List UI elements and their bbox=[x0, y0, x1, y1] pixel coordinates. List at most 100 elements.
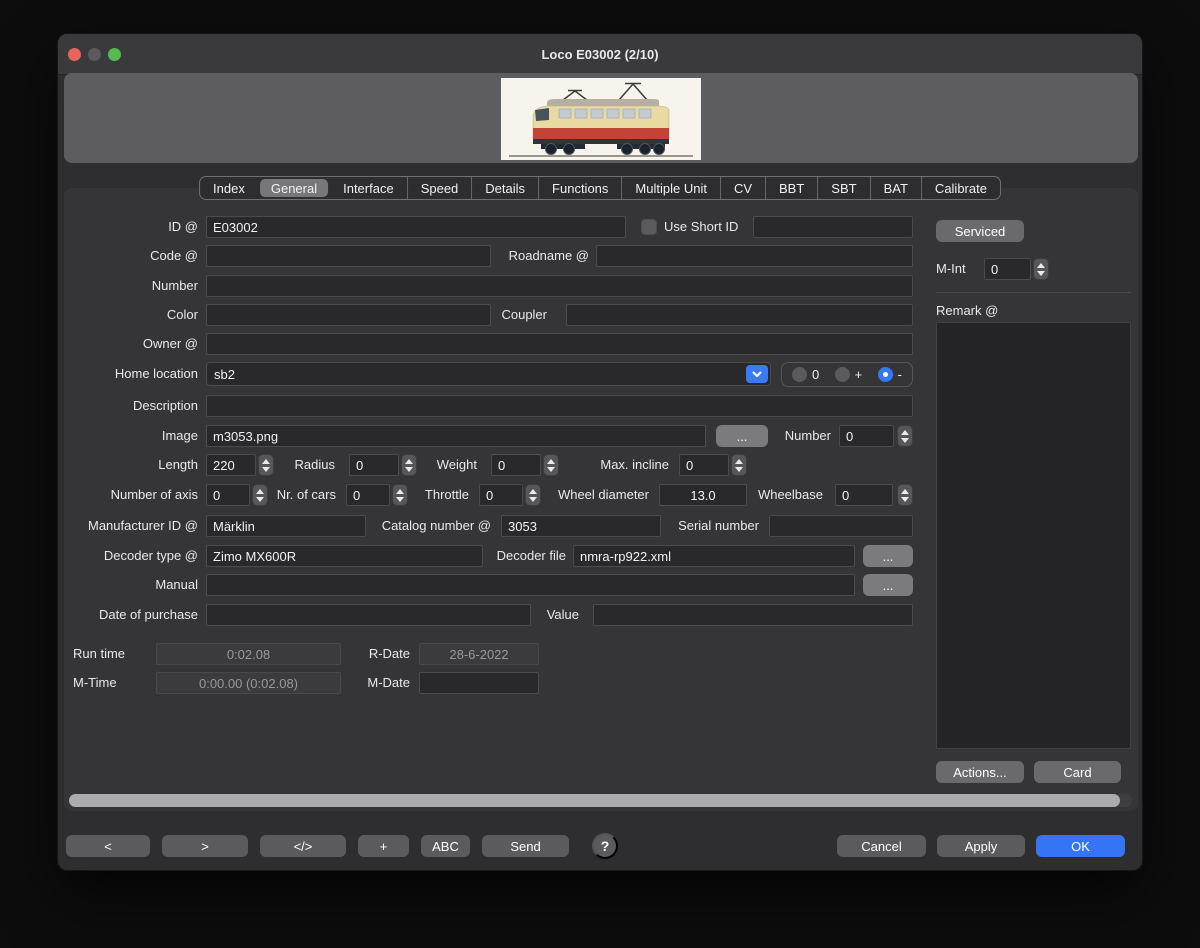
close-button[interactable] bbox=[68, 48, 81, 61]
chevron-down-icon bbox=[256, 497, 264, 502]
loco-image-panel bbox=[64, 73, 1138, 163]
next-loco-button[interactable]: > bbox=[162, 835, 248, 857]
loco-image bbox=[501, 78, 701, 160]
add-button[interactable]: + bbox=[358, 835, 409, 857]
scrollbar-thumb[interactable] bbox=[69, 794, 1120, 807]
card-button[interactable]: Card bbox=[1034, 761, 1121, 783]
image-input[interactable] bbox=[206, 425, 706, 447]
value-input[interactable] bbox=[593, 604, 913, 626]
apply-button[interactable]: Apply bbox=[937, 835, 1025, 857]
titlebar[interactable]: Loco E03002 (2/10) bbox=[58, 34, 1142, 75]
tab-speed[interactable]: Speed bbox=[407, 177, 472, 199]
horizontal-scrollbar[interactable] bbox=[69, 794, 1132, 807]
tab-functions[interactable]: Functions bbox=[538, 177, 621, 199]
use-short-id-checkbox[interactable] bbox=[641, 219, 657, 235]
tab-multiple-unit[interactable]: Multiple Unit bbox=[621, 177, 720, 199]
decoder-file-input[interactable] bbox=[573, 545, 855, 567]
owner-input[interactable] bbox=[206, 333, 913, 355]
ok-button[interactable]: OK bbox=[1036, 835, 1125, 857]
chevron-up-icon bbox=[901, 430, 909, 435]
roadname-input[interactable] bbox=[596, 245, 913, 267]
image-number-input[interactable] bbox=[839, 425, 894, 447]
coupler-input[interactable] bbox=[566, 304, 913, 326]
m-time-input bbox=[156, 672, 341, 694]
chevron-up-icon bbox=[529, 489, 537, 494]
serviced-button[interactable]: Serviced bbox=[936, 220, 1024, 242]
max-incline-input[interactable] bbox=[679, 454, 729, 476]
decoder-file-label: Decoder file bbox=[489, 545, 566, 567]
actions-button[interactable]: Actions... bbox=[936, 761, 1024, 783]
manual-input[interactable] bbox=[206, 574, 855, 596]
manufacturer-id-input[interactable] bbox=[206, 515, 366, 537]
number-input[interactable] bbox=[206, 275, 913, 297]
loco-properties-window: Loco E03002 (2/10) bbox=[57, 33, 1143, 871]
catalog-number-input[interactable] bbox=[501, 515, 661, 537]
serial-number-input[interactable] bbox=[769, 515, 913, 537]
date-of-purchase-input[interactable] bbox=[206, 604, 531, 626]
nr-of-cars-stepper[interactable] bbox=[392, 484, 408, 506]
manual-browse-button[interactable]: ... bbox=[863, 574, 913, 596]
m-int-stepper[interactable] bbox=[1033, 258, 1049, 280]
cancel-button[interactable]: Cancel bbox=[837, 835, 926, 857]
placing-radio-minus[interactable]: - bbox=[878, 367, 902, 382]
short-id-input[interactable] bbox=[753, 216, 913, 238]
abc-button[interactable]: ABC bbox=[421, 835, 470, 857]
code-input[interactable] bbox=[206, 245, 491, 267]
tab-interface[interactable]: Interface bbox=[330, 177, 407, 199]
help-button[interactable]: ? bbox=[592, 833, 618, 859]
placing-radio-plus[interactable]: + bbox=[835, 367, 863, 382]
number-of-axis-label: Number of axis bbox=[64, 484, 198, 506]
chevron-down-icon bbox=[901, 438, 909, 443]
chevron-down-icon bbox=[901, 497, 909, 502]
image-browse-button[interactable]: ... bbox=[716, 425, 768, 447]
nr-of-cars-input[interactable] bbox=[346, 484, 390, 506]
tab-index[interactable]: Index bbox=[200, 177, 258, 199]
tab-calibrate[interactable]: Calibrate bbox=[921, 177, 1000, 199]
tab-general[interactable]: General bbox=[260, 179, 328, 197]
radius-input[interactable] bbox=[349, 454, 399, 476]
number-of-axis-stepper[interactable] bbox=[252, 484, 268, 506]
length-input[interactable] bbox=[206, 454, 256, 476]
throttle-input[interactable] bbox=[479, 484, 523, 506]
placing-radio-0[interactable]: 0 bbox=[792, 367, 819, 382]
wheelbase-stepper[interactable] bbox=[897, 484, 913, 506]
m-date-input[interactable] bbox=[419, 672, 539, 694]
description-input[interactable] bbox=[206, 395, 913, 417]
decoder-file-browse-button[interactable]: ... bbox=[863, 545, 913, 567]
wheel-diameter-input[interactable] bbox=[659, 484, 747, 506]
home-location-combobox[interactable]: sb2 bbox=[206, 362, 771, 386]
tab-sbt[interactable]: SBT bbox=[817, 177, 869, 199]
catalog-number-label: Catalog number @ bbox=[361, 515, 491, 537]
chevron-down-icon[interactable] bbox=[746, 365, 768, 383]
m-int-input[interactable] bbox=[984, 258, 1031, 280]
max-incline-stepper[interactable] bbox=[731, 454, 747, 476]
number-label: Number bbox=[64, 275, 198, 297]
code-view-button[interactable]: </> bbox=[260, 835, 346, 857]
tab-cv[interactable]: CV bbox=[720, 177, 765, 199]
image-number-stepper[interactable] bbox=[897, 425, 913, 447]
send-button[interactable]: Send bbox=[482, 835, 569, 857]
chevron-up-icon bbox=[262, 459, 270, 464]
length-stepper[interactable] bbox=[258, 454, 274, 476]
wheelbase-input[interactable] bbox=[835, 484, 893, 506]
tab-details[interactable]: Details bbox=[471, 177, 538, 199]
chevron-up-icon bbox=[256, 489, 264, 494]
throttle-stepper[interactable] bbox=[525, 484, 541, 506]
chevron-down-icon bbox=[735, 467, 743, 472]
number-of-axis-input[interactable] bbox=[206, 484, 250, 506]
placing-radio-group: 0 + - bbox=[781, 362, 913, 387]
tab-bbt[interactable]: BBT bbox=[765, 177, 817, 199]
chevron-up-icon bbox=[735, 459, 743, 464]
previous-loco-button[interactable]: < bbox=[66, 835, 150, 857]
id-input[interactable] bbox=[206, 216, 626, 238]
decoder-type-input[interactable] bbox=[206, 545, 483, 567]
chevron-up-icon bbox=[1037, 263, 1045, 268]
zoom-button[interactable] bbox=[108, 48, 121, 61]
weight-label: Weight bbox=[413, 454, 477, 476]
locomotive-illustration bbox=[501, 78, 701, 160]
weight-stepper[interactable] bbox=[543, 454, 559, 476]
tab-bat[interactable]: BAT bbox=[870, 177, 921, 199]
minimize-button[interactable] bbox=[88, 48, 101, 61]
weight-input[interactable] bbox=[491, 454, 541, 476]
remark-textarea[interactable] bbox=[936, 322, 1131, 749]
